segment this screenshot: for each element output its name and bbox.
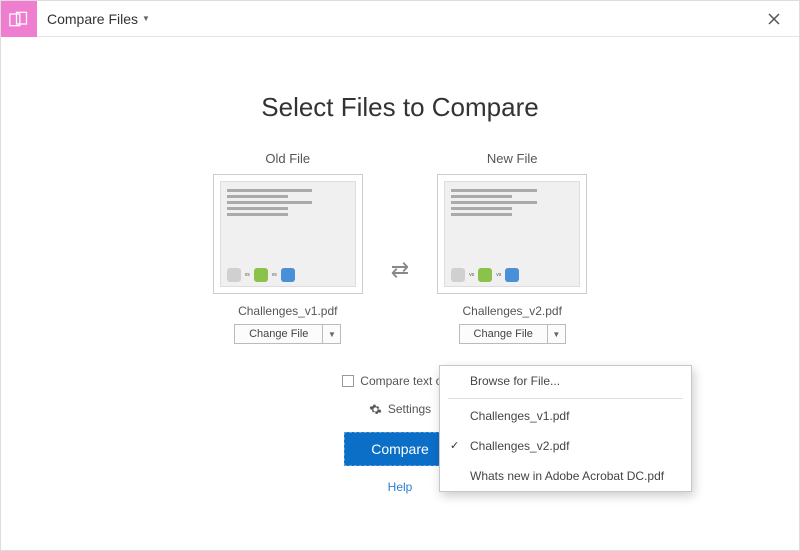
- new-change-file-button[interactable]: Change File: [459, 324, 548, 344]
- old-change-file-dropdown[interactable]: ▼: [323, 324, 341, 344]
- close-icon: [767, 12, 781, 26]
- old-file-label: Old File: [265, 151, 310, 166]
- new-file-thumbnail[interactable]: vs vs: [437, 174, 587, 294]
- dropdown-file-item[interactable]: Whats new in Adobe Acrobat DC.pdf: [440, 461, 691, 491]
- dropdown-item-label: Whats new in Adobe Acrobat DC.pdf: [470, 469, 664, 483]
- new-file-label: New File: [487, 151, 538, 166]
- dropdown-separator: [448, 398, 683, 399]
- gear-icon: [369, 403, 382, 416]
- old-file-thumbnail[interactable]: vs vs: [213, 174, 363, 294]
- window-title[interactable]: Compare Files: [47, 11, 138, 27]
- dropdown-item-label: Challenges_v1.pdf: [470, 409, 569, 423]
- dropdown-item-label: Challenges_v2.pdf: [470, 439, 569, 453]
- titlebar: Compare Files ▼: [1, 1, 799, 37]
- change-file-dropdown-menu: Browse for File... Challenges_v1.pdf ✓ C…: [439, 365, 692, 492]
- check-icon: ✓: [450, 439, 459, 452]
- settings-label: Settings: [388, 402, 431, 416]
- old-file-name: Challenges_v1.pdf: [238, 304, 337, 318]
- compare-text-only-checkbox[interactable]: [342, 375, 354, 387]
- swap-icon[interactable]: ⇄: [391, 257, 409, 283]
- close-button[interactable]: [759, 4, 789, 34]
- old-change-file-group: Change File ▼: [234, 324, 341, 344]
- new-change-file-dropdown[interactable]: ▼: [548, 324, 566, 344]
- compare-files-icon: [9, 11, 29, 27]
- title-dropdown-caret[interactable]: ▼: [142, 14, 150, 23]
- files-row: Old File vs vs Challenges_v1.pdf Change …: [1, 151, 799, 344]
- new-file-column: New File vs vs Challenges_v2.pdf Change …: [437, 151, 587, 344]
- thumbnail-preview: vs vs: [444, 181, 580, 287]
- dropdown-file-item[interactable]: ✓ Challenges_v2.pdf: [440, 431, 691, 461]
- thumbnail-preview: vs vs: [220, 181, 356, 287]
- dropdown-file-item[interactable]: Challenges_v1.pdf: [440, 401, 691, 431]
- new-change-file-group: Change File ▼: [459, 324, 566, 344]
- page-heading: Select Files to Compare: [1, 92, 799, 123]
- app-icon: [1, 1, 37, 37]
- old-file-column: Old File vs vs Challenges_v1.pdf Change …: [213, 151, 363, 344]
- new-file-name: Challenges_v2.pdf: [463, 304, 562, 318]
- dropdown-browse-item[interactable]: Browse for File...: [440, 366, 691, 396]
- old-change-file-button[interactable]: Change File: [234, 324, 323, 344]
